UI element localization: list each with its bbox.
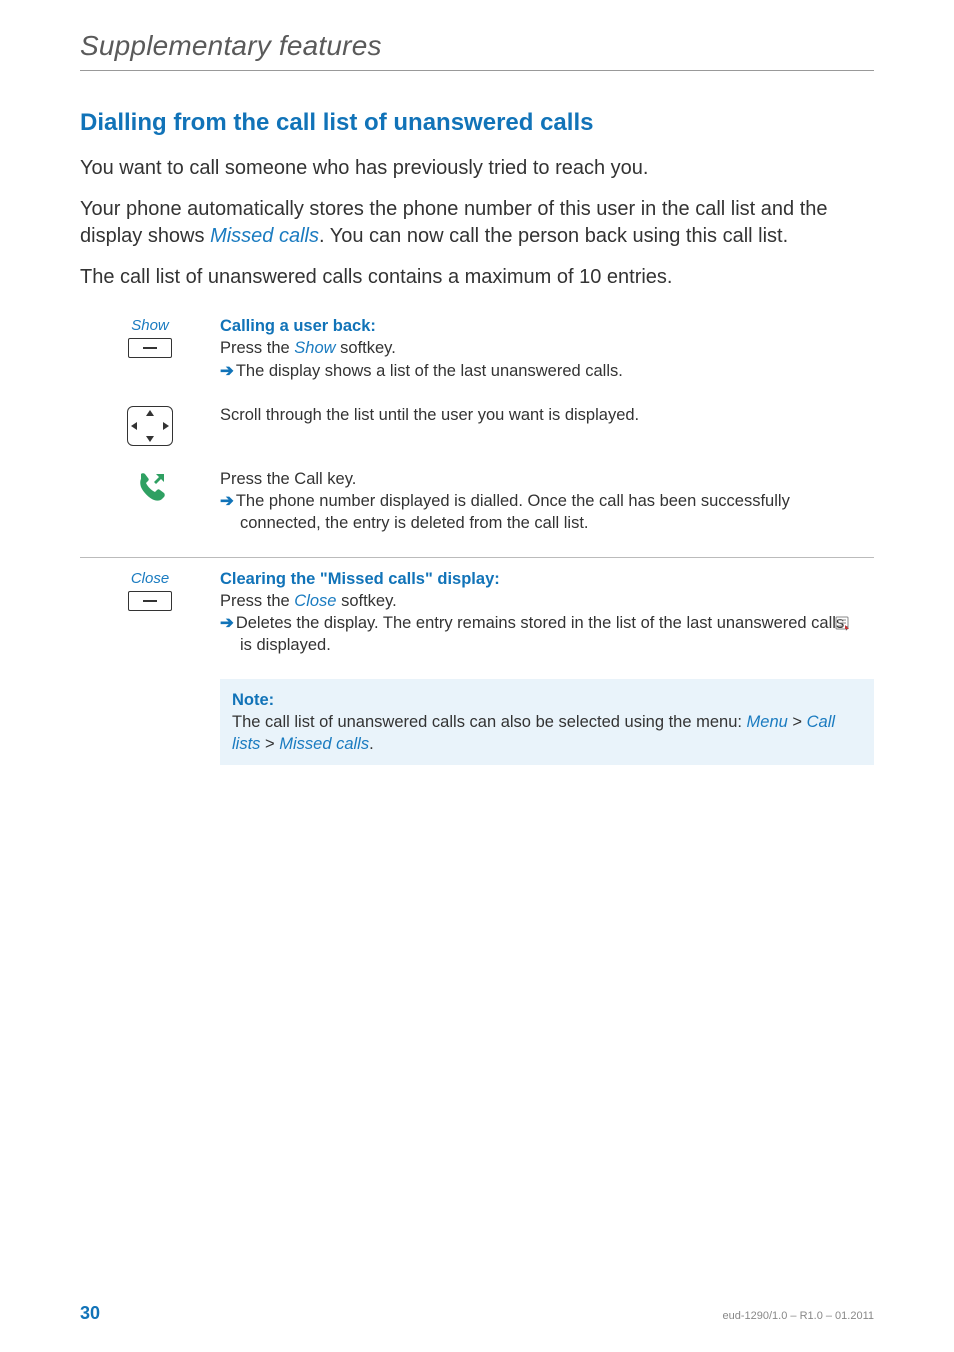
step-call-text: Press the Call key. ➔The phone number di… <box>220 468 874 535</box>
call-line1: Press the Call key. <box>220 468 874 490</box>
step-show-left: Show <box>80 315 220 358</box>
calling-back-heading: Calling a user back: <box>220 317 376 335</box>
navigation-key-icon <box>127 406 173 446</box>
call-result: The phone number displayed is dialled. O… <box>236 492 790 532</box>
close-softkey-name: Close <box>294 592 336 610</box>
step-close-text: Clearing the "Missed calls" display: Pre… <box>220 568 874 657</box>
step-close: Close Clearing the "Missed calls" displa… <box>80 568 874 657</box>
header-rule <box>80 70 874 71</box>
clearing-heading: Clearing the "Missed calls" display: <box>220 570 500 588</box>
page-number: 30 <box>80 1303 100 1324</box>
page-footer: 30 eud-1290/1.0 – R1.0 – 01.2011 <box>80 1303 874 1324</box>
call-key-icon <box>134 470 166 507</box>
step-scroll-left <box>80 404 220 446</box>
scroll-line: Scroll through the list until the user y… <box>220 404 874 426</box>
arrow-icon: ➔ <box>220 362 234 380</box>
softkey-icon <box>128 338 172 358</box>
note-sep1: > <box>788 713 807 731</box>
show-softkey-label: Show <box>131 317 169 334</box>
show-line1b: softkey. <box>336 339 396 357</box>
note-menu: Menu <box>747 713 788 731</box>
step-call-left <box>80 468 220 507</box>
step-divider <box>80 557 874 558</box>
step-call: Press the Call key. ➔The phone number di… <box>80 468 874 535</box>
step-show: Show Calling a user back: Press the Show… <box>80 315 874 382</box>
page-header: Supplementary features <box>0 0 954 109</box>
section-heading: Dialling from the call list of unanswere… <box>80 109 874 137</box>
show-softkey-name: Show <box>294 339 335 357</box>
intro-para-3: The call list of unanswered calls contai… <box>80 264 874 291</box>
step-show-text: Calling a user back: Press the Show soft… <box>220 315 874 382</box>
call-list-icon <box>855 614 869 628</box>
arrow-icon: ➔ <box>220 492 234 510</box>
note-box: Note: The call list of unanswered calls … <box>220 679 874 766</box>
chapter-title: Supplementary features <box>80 30 874 62</box>
close-softkey-label: Close <box>131 570 169 587</box>
step-scroll: Scroll through the list until the user y… <box>80 404 874 446</box>
close-line1b: softkey. <box>336 592 396 610</box>
close-result-a: Deletes the display. The entry remains s… <box>236 614 854 632</box>
note-text: The call list of unanswered calls can al… <box>232 711 862 756</box>
step-scroll-text: Scroll through the list until the user y… <box>220 404 874 426</box>
intro-para-2: Your phone automatically stores the phon… <box>80 196 874 250</box>
document-id: eud-1290/1.0 – R1.0 – 01.2011 <box>723 1310 874 1322</box>
show-line1a: Press the <box>220 339 294 357</box>
arrow-icon: ➔ <box>220 614 234 632</box>
intro-para-1: You want to call someone who has previou… <box>80 155 874 182</box>
intro-para-2b: . You can now call the person back using… <box>319 225 788 247</box>
page-content: Dialling from the call list of unanswere… <box>0 109 954 765</box>
note-missed-calls: Missed calls <box>279 735 369 753</box>
step-close-left: Close <box>80 568 220 611</box>
close-result-b: is displayed. <box>240 636 331 654</box>
softkey-icon <box>128 591 172 611</box>
note-text-a: The call list of unanswered calls can al… <box>232 713 747 731</box>
note-sep2: > <box>260 735 279 753</box>
note-tail: . <box>369 735 374 753</box>
missed-calls-label: Missed calls <box>210 225 319 247</box>
close-line1a: Press the <box>220 592 294 610</box>
show-result: The display shows a list of the last una… <box>236 362 623 380</box>
steps-block: Show Calling a user back: Press the Show… <box>80 315 874 657</box>
note-title: Note: <box>232 689 862 711</box>
